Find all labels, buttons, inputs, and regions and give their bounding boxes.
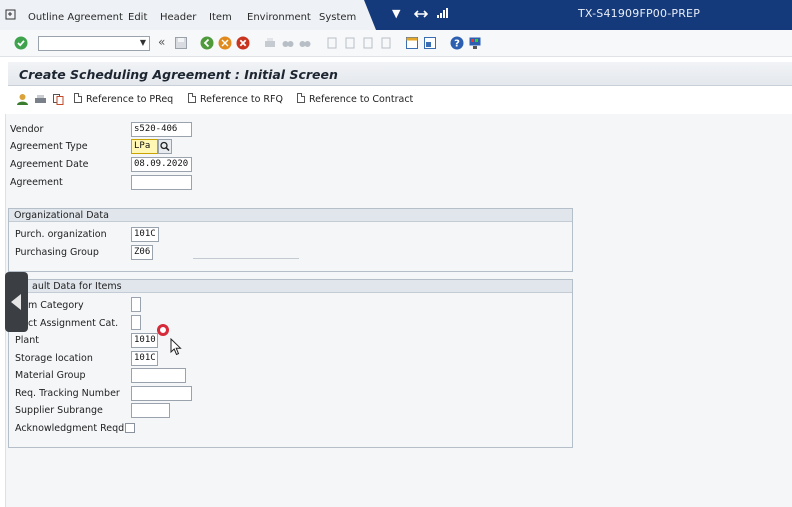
acknowledgment-label: Acknowledgment Reqd bbox=[15, 423, 125, 434]
menu-item[interactable]: Item bbox=[209, 12, 232, 23]
vendor-person-icon[interactable] bbox=[16, 93, 29, 106]
agreement-field[interactable] bbox=[131, 175, 192, 190]
item-category-field[interactable] bbox=[131, 297, 141, 312]
system-title-bar: ▼ TX-S41909FP00-PREP bbox=[364, 0, 792, 30]
organizational-data-group: Organizational Data bbox=[8, 208, 573, 272]
menu-edit[interactable]: Edit bbox=[128, 12, 147, 23]
purch-group-field[interactable]: Z06 bbox=[131, 245, 153, 260]
vendor-label: Vendor bbox=[10, 124, 44, 135]
collapse-icon[interactable]: « bbox=[158, 35, 172, 49]
find-next-icon[interactable] bbox=[298, 36, 312, 50]
req-tracking-label: Req. Tracking Number bbox=[15, 388, 120, 399]
agreement-type-label: Agreement Type bbox=[10, 141, 88, 152]
acct-assignment-field[interactable] bbox=[131, 315, 141, 330]
menu-environment[interactable]: Environment bbox=[247, 12, 311, 23]
reference-preq-button[interactable]: Reference to PReq bbox=[74, 93, 173, 105]
click-marker bbox=[157, 324, 169, 336]
enter-icon[interactable] bbox=[14, 36, 28, 50]
performance-icon[interactable] bbox=[436, 7, 448, 19]
storage-location-label: Storage location bbox=[15, 353, 93, 364]
shortcut-icon[interactable] bbox=[423, 36, 437, 50]
agreement-date-field[interactable]: 08.09.2020 bbox=[131, 157, 192, 172]
svg-text:?: ? bbox=[454, 39, 460, 50]
mouse-cursor-icon bbox=[170, 338, 182, 356]
menu-outline-agreement[interactable]: Outline Agreement bbox=[28, 12, 123, 23]
menu-header[interactable]: Header bbox=[160, 12, 196, 23]
system-title: TX-S41909FP00-PREP bbox=[578, 7, 701, 20]
storage-location-field[interactable]: 101C bbox=[131, 351, 158, 366]
item-category-label: m Category bbox=[28, 300, 84, 311]
exit-icon[interactable] bbox=[218, 36, 232, 50]
save-icon[interactable] bbox=[174, 36, 188, 50]
document-icon bbox=[74, 93, 82, 103]
agreement-date-label: Agreement Date bbox=[10, 159, 89, 170]
copy-icon[interactable] bbox=[52, 93, 65, 106]
application-toolbar: Reference to PReq Reference to RFQ Refer… bbox=[8, 88, 792, 112]
cancel-icon[interactable] bbox=[236, 36, 250, 50]
reference-contract-label: Reference to Contract bbox=[309, 94, 414, 105]
purch-group-label: Purchasing Group bbox=[15, 247, 99, 258]
reference-contract-button[interactable]: Reference to Contract bbox=[297, 93, 413, 105]
reference-rfq-button[interactable]: Reference to RFQ bbox=[188, 93, 283, 105]
vendor-field[interactable]: s520-406 bbox=[131, 122, 192, 137]
purch-group-description bbox=[193, 258, 299, 259]
system-menu-icon[interactable] bbox=[5, 9, 17, 21]
search-help-icon[interactable] bbox=[158, 139, 172, 154]
find-icon[interactable] bbox=[281, 36, 295, 50]
last-page-icon[interactable] bbox=[379, 36, 393, 50]
agreement-type-field[interactable]: LPa bbox=[131, 139, 158, 154]
dropdown-icon[interactable]: ▼ bbox=[392, 7, 400, 20]
purch-org-field[interactable]: 101C bbox=[131, 227, 159, 242]
next-page-icon[interactable] bbox=[361, 36, 375, 50]
customize-layout-icon[interactable] bbox=[468, 36, 482, 50]
acknowledgment-checkbox[interactable] bbox=[125, 423, 135, 433]
screen-title-bar: Create Scheduling Agreement : Initial Sc… bbox=[8, 62, 792, 86]
default-data-title: ault Data for Items bbox=[9, 280, 572, 293]
reference-preq-label: Reference to PReq bbox=[86, 94, 174, 105]
chevron-left-icon bbox=[11, 294, 21, 310]
req-tracking-field[interactable] bbox=[131, 386, 192, 401]
standard-toolbar: ▼ « ? bbox=[0, 30, 792, 57]
document-icon bbox=[188, 93, 196, 103]
plant-field[interactable]: 1010 bbox=[131, 333, 158, 348]
supplier-subrange-field[interactable] bbox=[131, 403, 170, 418]
plant-label: Plant bbox=[15, 335, 39, 346]
prev-page-icon[interactable] bbox=[343, 36, 357, 50]
acct-assignment-label: ct Assignment Cat. bbox=[28, 318, 119, 329]
first-page-icon[interactable] bbox=[325, 36, 339, 50]
reference-rfq-label: Reference to RFQ bbox=[200, 94, 283, 105]
chevron-down-icon[interactable]: ▼ bbox=[140, 38, 146, 47]
back-icon[interactable] bbox=[200, 36, 214, 50]
page-title: Create Scheduling Agreement : Initial Sc… bbox=[19, 67, 338, 82]
menu-system[interactable]: System bbox=[319, 12, 356, 23]
help-icon[interactable]: ? bbox=[450, 36, 464, 50]
agreement-label: Agreement bbox=[10, 177, 63, 188]
menu-bar: Outline Agreement Edit Header Item Envir… bbox=[0, 0, 792, 30]
material-group-label: Material Group bbox=[15, 370, 86, 381]
print-preview-icon[interactable] bbox=[34, 93, 47, 106]
document-icon bbox=[297, 93, 305, 103]
create-session-icon[interactable] bbox=[405, 36, 419, 50]
print-icon[interactable] bbox=[263, 36, 277, 50]
expand-icon[interactable] bbox=[414, 8, 428, 20]
organizational-data-title: Organizational Data bbox=[9, 209, 572, 222]
material-group-field[interactable] bbox=[131, 368, 186, 383]
purch-org-label: Purch. organization bbox=[15, 229, 107, 240]
command-field[interactable]: ▼ bbox=[38, 36, 150, 51]
supplier-subrange-label: Supplier Subrange bbox=[15, 405, 103, 416]
side-panel-handle[interactable] bbox=[5, 272, 28, 332]
